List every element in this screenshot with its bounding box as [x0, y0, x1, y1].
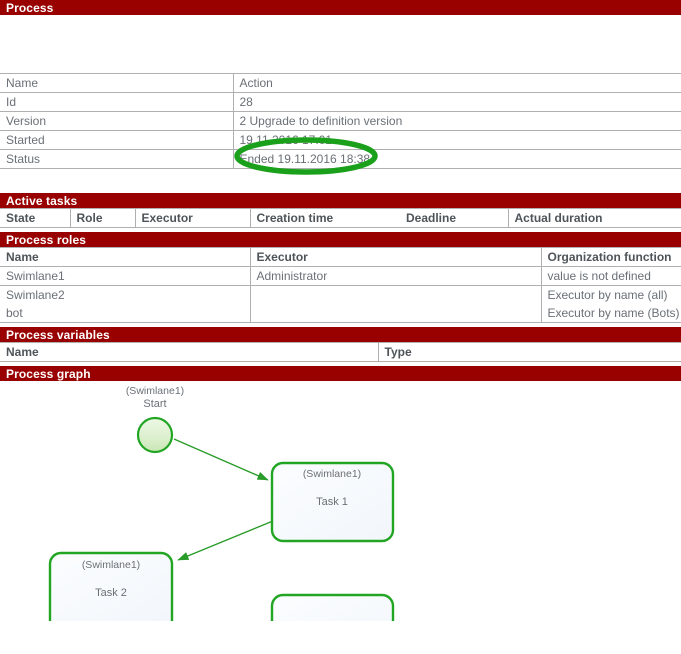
process-graph-canvas[interactable]: (Swimlane1) Start (Swimlane1) Task 1 (Sw… [0, 381, 681, 621]
task1-swimlane-label: (Swimlane1) [303, 468, 361, 480]
process-variables-table: Name Type [0, 342, 681, 362]
role-org-function: Executor by name (Bots) [541, 304, 681, 323]
process-info-value: Action [233, 74, 681, 93]
table-row: Status Ended 19.11.2016 18:38 [0, 150, 681, 169]
process-status-value: Ended 19.11.2016 18:38 [233, 150, 681, 169]
column-header-deadline[interactable]: Deadline [400, 209, 508, 228]
task2-name-label: Task 2 [95, 587, 127, 599]
process-info-label: Status [0, 150, 233, 169]
role-executor: Administrator [250, 267, 541, 286]
column-header-state[interactable]: State [0, 209, 70, 228]
section-header-active-tasks: Active tasks [0, 193, 681, 208]
process-info-value: 19.11.2016 17:01 [233, 131, 681, 150]
role-executor [250, 286, 541, 323]
process-info-label: Version [0, 112, 233, 131]
process-info-value: 28 [233, 93, 681, 112]
table-row: Id 28 [0, 93, 681, 112]
role-org-function: Executor by name (all) [541, 286, 681, 305]
process-info-value: 2 Upgrade to definition version [233, 112, 681, 131]
start-node-name-label: Start [143, 398, 166, 410]
process-info-label: Id [0, 93, 233, 112]
column-header-executor[interactable]: Executor [250, 248, 541, 267]
start-node-swimlane-label: (Swimlane1) [126, 385, 184, 397]
graph-edge-task1-to-task2 [178, 521, 273, 560]
table-header-row: State Role Executor Creation time Deadli… [0, 209, 681, 228]
process-header-spacer [0, 15, 681, 73]
section-header-process-roles: Process roles [0, 232, 681, 247]
section-header-process-graph: Process graph [0, 366, 681, 381]
graph-node-task2[interactable]: (Swimlane1) Task 2 [50, 553, 172, 621]
table-row: Version 2 Upgrade to definition version [0, 112, 681, 131]
table-row: Swimlane1 Administrator value is not def… [0, 267, 681, 286]
section-header-process-variables: Process variables [0, 327, 681, 342]
active-tasks-table: State Role Executor Creation time Deadli… [0, 208, 681, 228]
table-row: Swimlane2 Executor by name (all) [0, 286, 681, 305]
column-header-role[interactable]: Role [70, 209, 135, 228]
process-info-label: Started [0, 131, 233, 150]
process-roles-table: Name Executor Organization function Swim… [0, 247, 681, 323]
column-header-executor[interactable]: Executor [135, 209, 250, 228]
graph-edge-start-to-task1 [174, 439, 268, 480]
role-org-function: value is not defined [541, 267, 681, 286]
graph-node-task3[interactable] [272, 595, 393, 621]
process-info-table: Name Action Id 28 Version 2 Upgrade to d… [0, 73, 681, 169]
column-header-name[interactable]: Name [0, 248, 250, 267]
role-name: bot [0, 304, 250, 323]
column-header-variable-name[interactable]: Name [0, 343, 378, 362]
column-header-creation-time[interactable]: Creation time [250, 209, 400, 228]
task2-swimlane-label: (Swimlane1) [82, 559, 140, 571]
table-header-row: Name Executor Organization function [0, 248, 681, 267]
graph-node-start[interactable]: (Swimlane1) Start [126, 385, 184, 452]
role-name: Swimlane1 [0, 267, 250, 286]
role-name: Swimlane2 [0, 286, 250, 305]
gap-before-active-tasks [0, 169, 681, 193]
column-header-organization-function[interactable]: Organization function [541, 248, 681, 267]
process-info-label: Name [0, 74, 233, 93]
section-header-process: Process [0, 0, 681, 15]
table-row: Name Action [0, 74, 681, 93]
column-header-actual-duration[interactable]: Actual duration [508, 209, 681, 228]
table-header-row: Name Type [0, 343, 681, 362]
task3-node-box[interactable] [272, 595, 393, 621]
start-node-circle[interactable] [138, 418, 172, 452]
table-row: Started 19.11.2016 17:01 [0, 131, 681, 150]
graph-node-task1[interactable]: (Swimlane1) Task 1 [272, 463, 393, 541]
task1-name-label: Task 1 [316, 496, 348, 508]
column-header-variable-type[interactable]: Type [378, 343, 681, 362]
